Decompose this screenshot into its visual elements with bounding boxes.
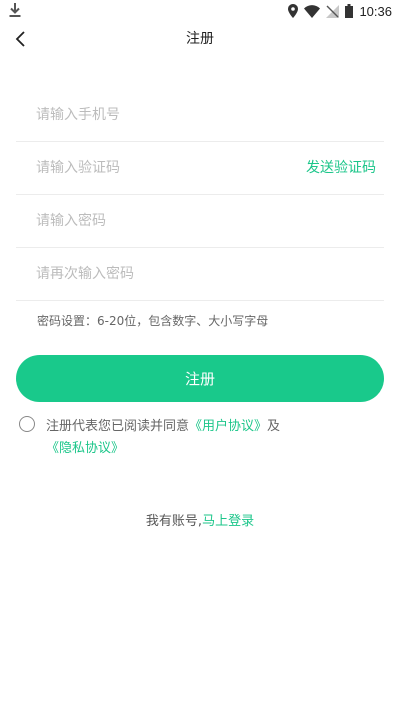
agreement-text: 注册代表您已阅读并同意《用户协议》及《隐私协议》 [46, 416, 346, 460]
agreement-prefix: 注册代表您已阅读并同意 [46, 419, 190, 434]
privacy-policy-link[interactable]: 《隐私协议》 [46, 441, 124, 456]
confirm-password-input[interactable] [36, 248, 296, 300]
register-page: 10:36 注册 发送验证码 密码设置：6-20位，包含数字、大小写字母 注册 … [0, 0, 400, 712]
code-field-row: 发送验证码 [16, 142, 384, 195]
status-bar: 10:36 [0, 0, 400, 22]
login-line: 我有账号,马上登录 [0, 510, 400, 529]
register-button[interactable]: 注册 [16, 355, 384, 402]
password-hint: 密码设置：6-20位，包含数字、大小写字母 [37, 314, 269, 328]
wifi-icon [304, 4, 321, 18]
phone-field-row [16, 89, 384, 142]
send-code-button[interactable]: 发送验证码 [306, 142, 376, 194]
user-agreement-link[interactable]: 《用户协议》 [189, 419, 267, 434]
page-title: 注册 [186, 31, 214, 47]
login-link[interactable]: 马上登录 [202, 514, 254, 529]
agreement-conjunction: 及 [267, 419, 281, 434]
download-icon [9, 3, 21, 17]
signal-icon [326, 4, 340, 18]
clock: 10:36 [359, 3, 392, 19]
location-icon [288, 4, 299, 18]
confirm-password-field-row [16, 248, 384, 301]
status-icons: 10:36 [288, 2, 392, 20]
verification-code-input[interactable] [36, 142, 296, 194]
password-field-row [16, 195, 384, 248]
password-input[interactable] [36, 195, 296, 247]
phone-input[interactable] [36, 89, 296, 141]
battery-icon [345, 4, 354, 18]
agree-radio[interactable] [19, 416, 35, 432]
login-prompt: 我有账号, [145, 514, 203, 529]
